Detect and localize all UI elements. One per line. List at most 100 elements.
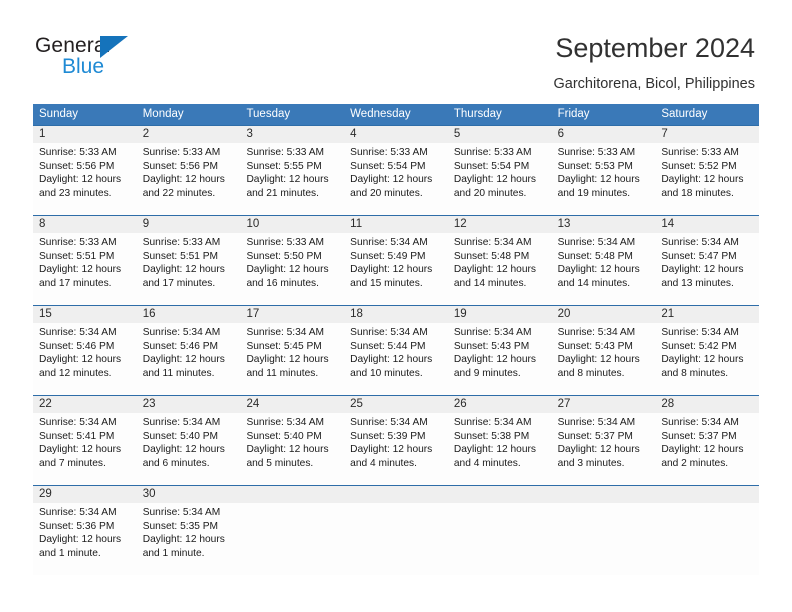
day-cell[interactable]: Sunrise: 5:34 AM Sunset: 5:36 PM Dayligh… bbox=[33, 503, 137, 575]
day-number[interactable]: 6 bbox=[552, 126, 656, 143]
sunset-text: Sunset: 5:43 PM bbox=[557, 340, 633, 352]
day-cell-empty bbox=[240, 486, 344, 503]
day-number[interactable]: 24 bbox=[240, 396, 344, 413]
week-daynumber-row: 8 9 10 11 12 13 14 bbox=[33, 216, 759, 233]
day-number[interactable]: 7 bbox=[655, 126, 759, 143]
day-number[interactable]: 10 bbox=[240, 216, 344, 233]
day-number[interactable]: 19 bbox=[448, 306, 552, 323]
day-number[interactable]: 5 bbox=[448, 126, 552, 143]
sunset-text: Sunset: 5:54 PM bbox=[453, 160, 530, 172]
sunset-text: Sunset: 5:46 PM bbox=[39, 340, 115, 352]
daylight-text-line2: and 4 minutes. bbox=[350, 458, 417, 470]
day-cell[interactable]: Sunrise: 5:33 AM Sunset: 5:55 PM Dayligh… bbox=[240, 143, 344, 215]
day-cell[interactable]: Sunrise: 5:33 AM Sunset: 5:53 PM Dayligh… bbox=[552, 143, 656, 215]
day-cell[interactable]: Sunrise: 5:34 AM Sunset: 5:40 PM Dayligh… bbox=[240, 413, 344, 485]
day-number[interactable]: 25 bbox=[344, 396, 448, 413]
day-cell[interactable]: Sunrise: 5:34 AM Sunset: 5:42 PM Dayligh… bbox=[655, 323, 759, 395]
day-cell[interactable]: Sunrise: 5:34 AM Sunset: 5:40 PM Dayligh… bbox=[137, 413, 241, 485]
week-daynumber-row: 15 16 17 18 19 20 21 bbox=[33, 306, 759, 323]
sunrise-text: Sunrise: 5:34 AM bbox=[453, 237, 532, 248]
day-cell[interactable]: Sunrise: 5:33 AM Sunset: 5:54 PM Dayligh… bbox=[344, 143, 448, 215]
day-number[interactable]: 23 bbox=[137, 396, 241, 413]
day-cell[interactable]: Sunrise: 5:34 AM Sunset: 5:49 PM Dayligh… bbox=[344, 233, 448, 305]
sunset-text: Sunset: 5:55 PM bbox=[246, 160, 322, 172]
day-cell[interactable]: Sunrise: 5:34 AM Sunset: 5:41 PM Dayligh… bbox=[33, 413, 137, 485]
daylight-text-line1: Daylight: 12 hours bbox=[39, 354, 122, 366]
day-number[interactable]: 29 bbox=[33, 486, 137, 503]
sunrise-text: Sunrise: 5:34 AM bbox=[39, 417, 117, 428]
day-cell[interactable]: Sunrise: 5:34 AM Sunset: 5:46 PM Dayligh… bbox=[137, 323, 241, 395]
day-number[interactable]: 15 bbox=[33, 306, 137, 323]
day-cell[interactable]: Sunrise: 5:34 AM Sunset: 5:43 PM Dayligh… bbox=[448, 323, 552, 395]
weekday-header-wednesday: Wednesday bbox=[350, 108, 411, 120]
sunset-text: Sunset: 5:44 PM bbox=[350, 340, 426, 352]
sunrise-text: Sunrise: 5:33 AM bbox=[453, 147, 532, 158]
sunrise-text: Sunrise: 5:34 AM bbox=[661, 237, 739, 248]
day-cell[interactable]: Sunrise: 5:33 AM Sunset: 5:56 PM Dayligh… bbox=[137, 143, 241, 215]
day-number[interactable]: 9 bbox=[137, 216, 241, 233]
daylight-text-line1: Daylight: 12 hours bbox=[557, 444, 640, 456]
day-number[interactable]: 13 bbox=[552, 216, 656, 233]
sunset-text: Sunset: 5:37 PM bbox=[557, 430, 633, 442]
daylight-text-line2: and 18 minutes. bbox=[661, 188, 734, 200]
weekday-header-tuesday: Tuesday bbox=[246, 108, 291, 120]
sunset-text: Sunset: 5:38 PM bbox=[453, 430, 530, 442]
day-cell[interactable]: Sunrise: 5:33 AM Sunset: 5:51 PM Dayligh… bbox=[137, 233, 241, 305]
daylight-text-line2: and 20 minutes. bbox=[350, 188, 423, 200]
week-detail-row: Sunrise: 5:33 AM Sunset: 5:51 PM Dayligh… bbox=[33, 233, 759, 305]
day-number[interactable]: 22 bbox=[33, 396, 137, 413]
sunrise-text: Sunrise: 5:33 AM bbox=[557, 147, 636, 158]
day-number[interactable]: 30 bbox=[137, 486, 241, 503]
sunset-text: Sunset: 5:51 PM bbox=[142, 250, 219, 262]
day-cell-empty bbox=[344, 503, 448, 575]
daylight-text-line2: and 10 minutes. bbox=[350, 368, 423, 380]
day-number[interactable]: 28 bbox=[655, 396, 759, 413]
day-cell[interactable]: Sunrise: 5:34 AM Sunset: 5:37 PM Dayligh… bbox=[655, 413, 759, 485]
day-number[interactable]: 21 bbox=[655, 306, 759, 323]
sunrise-text: Sunrise: 5:33 AM bbox=[39, 237, 117, 248]
day-cell[interactable]: Sunrise: 5:34 AM Sunset: 5:39 PM Dayligh… bbox=[344, 413, 448, 485]
day-number[interactable]: 2 bbox=[137, 126, 241, 143]
day-cell[interactable]: Sunrise: 5:33 AM Sunset: 5:54 PM Dayligh… bbox=[448, 143, 552, 215]
logo-triangle-icon bbox=[100, 36, 128, 58]
day-number[interactable]: 12 bbox=[448, 216, 552, 233]
day-cell[interactable]: Sunrise: 5:34 AM Sunset: 5:45 PM Dayligh… bbox=[240, 323, 344, 395]
daylight-text-line2: and 8 minutes. bbox=[661, 368, 729, 380]
day-cell-empty bbox=[552, 486, 656, 503]
day-number[interactable]: 14 bbox=[655, 216, 759, 233]
day-cell-empty bbox=[552, 503, 656, 575]
day-cell[interactable]: Sunrise: 5:34 AM Sunset: 5:46 PM Dayligh… bbox=[33, 323, 137, 395]
day-number[interactable]: 11 bbox=[344, 216, 448, 233]
day-number[interactable]: 20 bbox=[552, 306, 656, 323]
logo-text-blue: Blue bbox=[62, 55, 105, 78]
day-cell[interactable]: Sunrise: 5:34 AM Sunset: 5:48 PM Dayligh… bbox=[448, 233, 552, 305]
day-cell[interactable]: Sunrise: 5:34 AM Sunset: 5:35 PM Dayligh… bbox=[137, 503, 241, 575]
day-number[interactable]: 16 bbox=[137, 306, 241, 323]
sunrise-text: Sunrise: 5:34 AM bbox=[142, 327, 221, 338]
day-number[interactable]: 27 bbox=[552, 396, 656, 413]
day-number[interactable]: 18 bbox=[344, 306, 448, 323]
day-number[interactable]: 17 bbox=[240, 306, 344, 323]
daylight-text-line1: Daylight: 12 hours bbox=[246, 174, 329, 186]
day-cell[interactable]: Sunrise: 5:33 AM Sunset: 5:50 PM Dayligh… bbox=[240, 233, 344, 305]
day-cell[interactable]: Sunrise: 5:33 AM Sunset: 5:52 PM Dayligh… bbox=[655, 143, 759, 215]
day-number[interactable]: 3 bbox=[240, 126, 344, 143]
day-cell[interactable]: Sunrise: 5:33 AM Sunset: 5:56 PM Dayligh… bbox=[33, 143, 137, 215]
day-cell[interactable]: Sunrise: 5:34 AM Sunset: 5:44 PM Dayligh… bbox=[344, 323, 448, 395]
day-cell[interactable]: Sunrise: 5:34 AM Sunset: 5:47 PM Dayligh… bbox=[655, 233, 759, 305]
day-number[interactable]: 4 bbox=[344, 126, 448, 143]
daylight-text-line1: Daylight: 12 hours bbox=[453, 444, 536, 456]
daylight-text-line2: and 17 minutes. bbox=[142, 278, 216, 290]
day-cell[interactable]: Sunrise: 5:34 AM Sunset: 5:37 PM Dayligh… bbox=[552, 413, 656, 485]
daylight-text-line2: and 7 minutes. bbox=[39, 458, 106, 470]
day-cell[interactable]: Sunrise: 5:34 AM Sunset: 5:43 PM Dayligh… bbox=[552, 323, 656, 395]
day-cell[interactable]: Sunrise: 5:34 AM Sunset: 5:48 PM Dayligh… bbox=[552, 233, 656, 305]
sunset-text: Sunset: 5:48 PM bbox=[453, 250, 530, 262]
day-cell[interactable]: Sunrise: 5:33 AM Sunset: 5:51 PM Dayligh… bbox=[33, 233, 137, 305]
day-cell[interactable]: Sunrise: 5:34 AM Sunset: 5:38 PM Dayligh… bbox=[448, 413, 552, 485]
day-cell-empty bbox=[240, 503, 344, 575]
daylight-text-line2: and 12 minutes. bbox=[39, 368, 112, 380]
day-number[interactable]: 26 bbox=[448, 396, 552, 413]
day-number[interactable]: 1 bbox=[33, 126, 137, 143]
day-number[interactable]: 8 bbox=[33, 216, 137, 233]
